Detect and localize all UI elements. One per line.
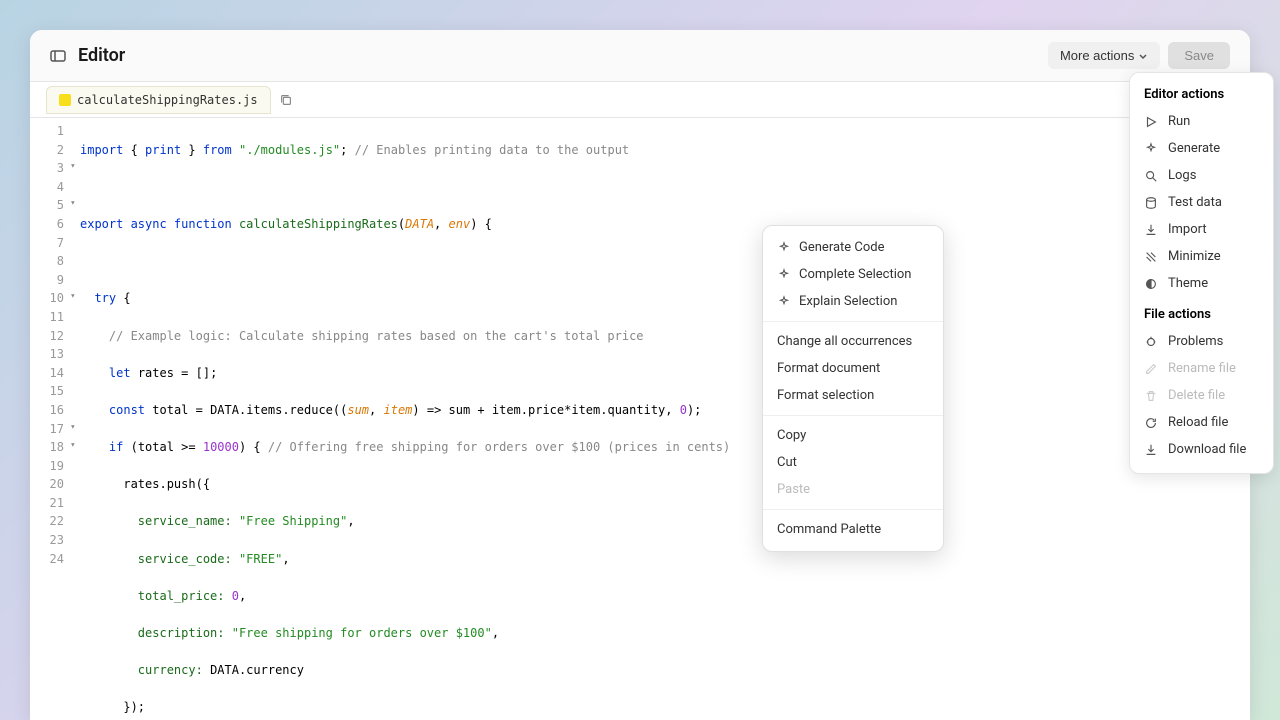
context-menu: Generate Code Complete Selection Explain…	[762, 225, 944, 552]
action-import[interactable]: Import	[1130, 216, 1273, 243]
action-problems[interactable]: Problems	[1130, 328, 1273, 355]
panel-title-editor: Editor actions	[1130, 83, 1273, 108]
page-title: Editor	[78, 45, 125, 66]
header: Editor More actions Save	[30, 30, 1250, 82]
reload-icon	[1144, 416, 1158, 430]
trash-icon	[1144, 389, 1158, 403]
menu-copy[interactable]: Copy	[763, 422, 943, 449]
pencil-icon	[1144, 362, 1158, 376]
action-reload[interactable]: Reload file	[1130, 409, 1273, 436]
code-block-top: 123456789101112131415161718192021222324 …	[30, 118, 1250, 720]
database-icon	[1144, 196, 1158, 210]
menu-change-all[interactable]: Change all occurrences	[763, 328, 943, 355]
action-test-data[interactable]: Test data	[1130, 189, 1273, 216]
minimize-icon	[1144, 250, 1158, 264]
code-area[interactable]: 123456789101112131415161718192021222324 …	[30, 118, 1250, 720]
theme-icon	[1144, 277, 1158, 291]
bug-icon	[1144, 335, 1158, 349]
search-icon	[1144, 169, 1158, 183]
menu-format-doc[interactable]: Format document	[763, 355, 943, 382]
save-button[interactable]: Save	[1168, 42, 1230, 69]
actions-panel: Editor actions Run Generate Logs Test da…	[1129, 72, 1274, 474]
menu-cut[interactable]: Cut	[763, 449, 943, 476]
menu-generate-code[interactable]: Generate Code	[763, 234, 943, 261]
play-icon	[1144, 115, 1158, 129]
panel-title-file: File actions	[1130, 303, 1273, 328]
action-download[interactable]: Download file	[1130, 436, 1273, 463]
action-generate[interactable]: Generate	[1130, 135, 1273, 162]
chevron-down-icon	[1138, 51, 1148, 61]
menu-paste: Paste	[763, 476, 943, 503]
menu-command-palette[interactable]: Command Palette	[763, 516, 943, 543]
tabs-bar: calculateShippingRates.js	[30, 82, 1250, 118]
tab-file[interactable]: calculateShippingRates.js	[46, 86, 271, 114]
download-icon	[1144, 443, 1158, 457]
gutter: 123456789101112131415161718192021222324	[30, 118, 80, 720]
action-theme[interactable]: Theme	[1130, 270, 1273, 297]
sparkle-icon	[777, 241, 791, 255]
sparkle-icon	[777, 268, 791, 282]
action-run[interactable]: Run	[1130, 108, 1273, 135]
js-file-icon	[59, 94, 71, 106]
more-actions-button[interactable]: More actions	[1048, 42, 1160, 69]
sparkle-icon	[1144, 142, 1158, 156]
action-logs[interactable]: Logs	[1130, 162, 1273, 189]
download-icon	[1144, 223, 1158, 237]
code-lines[interactable]: import { print } from "./modules.js"; //…	[80, 118, 1250, 720]
app-window: Editor More actions Save calculateShippi…	[30, 30, 1250, 720]
action-minimize[interactable]: Minimize	[1130, 243, 1273, 270]
sparkle-icon	[777, 295, 791, 309]
menu-complete-selection[interactable]: Complete Selection	[763, 261, 943, 288]
action-rename: Rename file	[1130, 355, 1273, 382]
tab-filename: calculateShippingRates.js	[77, 93, 258, 107]
collapse-icon[interactable]	[50, 48, 66, 64]
copy-icon[interactable]	[279, 93, 293, 107]
editor-container: 123456789101112131415161718192021222324 …	[30, 118, 1250, 720]
menu-format-sel[interactable]: Format selection	[763, 382, 943, 409]
action-delete: Delete file	[1130, 382, 1273, 409]
menu-explain-selection[interactable]: Explain Selection	[763, 288, 943, 315]
